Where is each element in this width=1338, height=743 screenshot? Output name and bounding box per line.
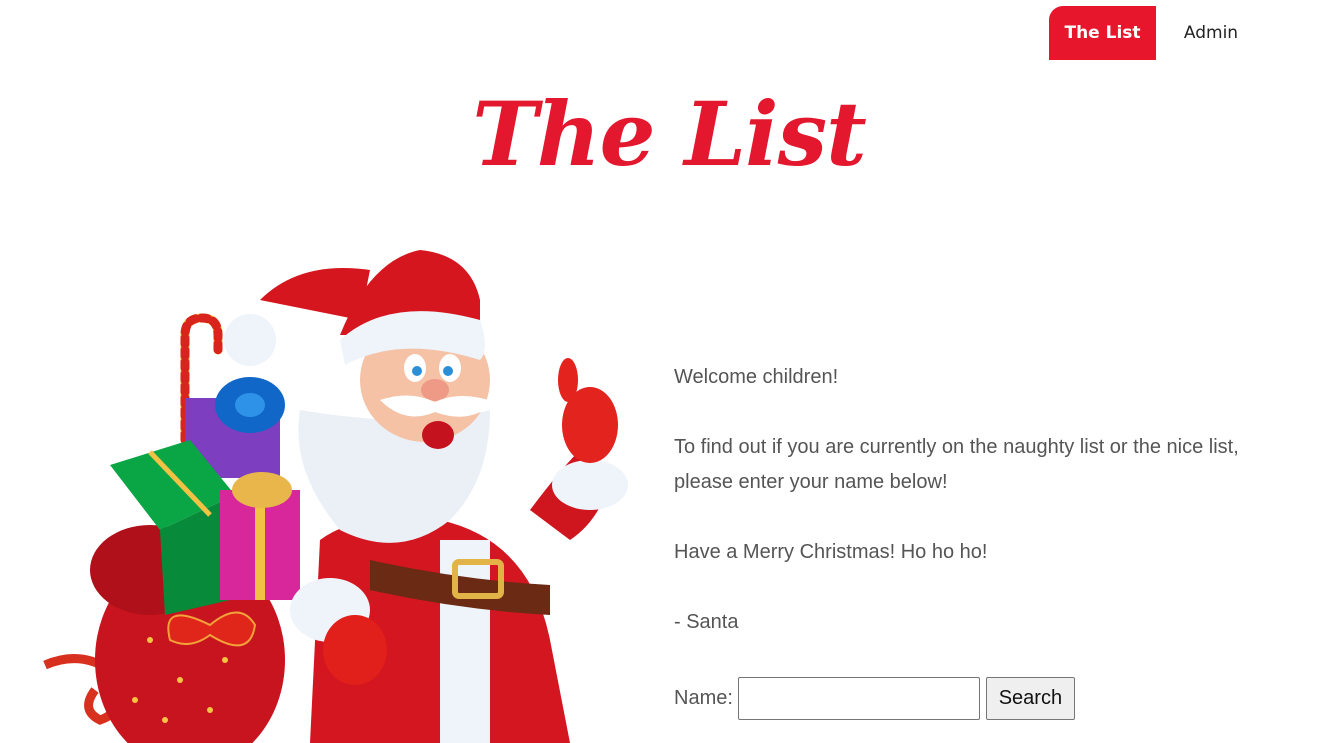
- wish-text: Have a Merry Christmas! Ho ho ho!: [674, 541, 988, 563]
- greeting-text: Welcome children!: [674, 366, 839, 388]
- santa-illustration: [40, 240, 640, 743]
- top-nav: The List Admin: [1049, 6, 1266, 60]
- search-button[interactable]: Search: [985, 677, 1075, 720]
- name-label: Name:: [674, 687, 733, 709]
- welcome-message: Welcome children! To find out if you are…: [674, 360, 1284, 670]
- signature-text: - Santa: [674, 611, 739, 633]
- instructions-text: To find out if you are currently on the …: [674, 436, 1239, 493]
- search-form: Name: Search: [674, 677, 1075, 720]
- nav-admin[interactable]: Admin: [1156, 6, 1266, 60]
- page-title: The List: [472, 82, 867, 186]
- name-input[interactable]: [737, 677, 980, 720]
- nav-the-list[interactable]: The List: [1049, 6, 1156, 60]
